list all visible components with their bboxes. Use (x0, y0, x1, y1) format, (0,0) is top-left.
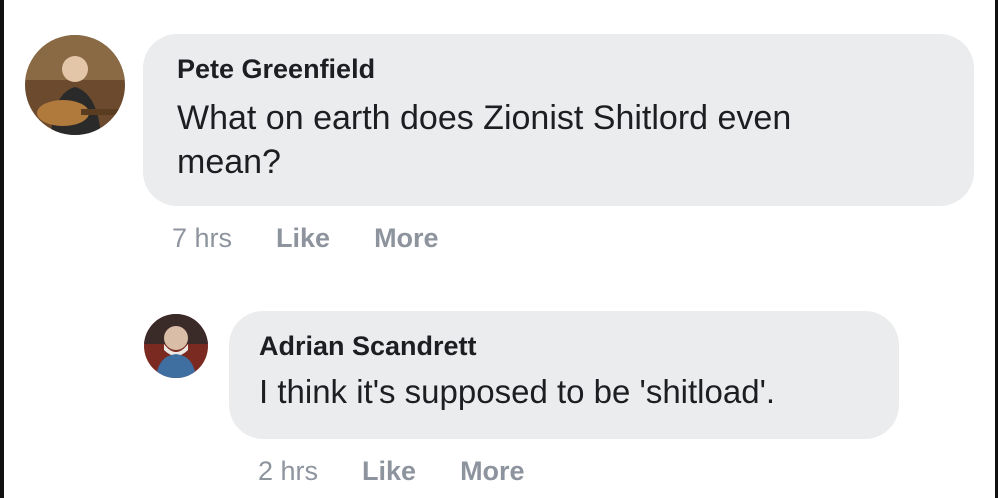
more-button[interactable]: More (460, 456, 525, 487)
more-button[interactable]: More (374, 223, 439, 254)
comment-actions: 7 hrs Like More (172, 223, 483, 254)
profile-photo-icon (144, 314, 208, 378)
like-button[interactable]: Like (362, 456, 416, 487)
like-button[interactable]: Like (276, 223, 330, 254)
avatar-adrian-scandrett[interactable] (144, 314, 208, 378)
comment-author[interactable]: Adrian Scandrett (259, 331, 477, 362)
comment-bubble: Pete Greenfield What on earth does Zioni… (143, 34, 974, 206)
comment-actions: 2 hrs Like More (258, 456, 569, 487)
avatar-pete-greenfield[interactable] (25, 35, 125, 135)
frame-edge-left (0, 0, 4, 498)
comment-text: What on earth does Zionist Shitlord even… (177, 99, 792, 182)
comment-timestamp[interactable]: 2 hrs (258, 456, 318, 487)
comment-author[interactable]: Pete Greenfield (177, 54, 375, 85)
reply-bubble: Adrian Scandrett I think it's supposed t… (229, 311, 899, 439)
profile-photo-icon (25, 35, 125, 135)
comment-text: I think it's supposed to be 'shitload'. (259, 373, 776, 410)
comment-timestamp[interactable]: 7 hrs (172, 223, 232, 254)
